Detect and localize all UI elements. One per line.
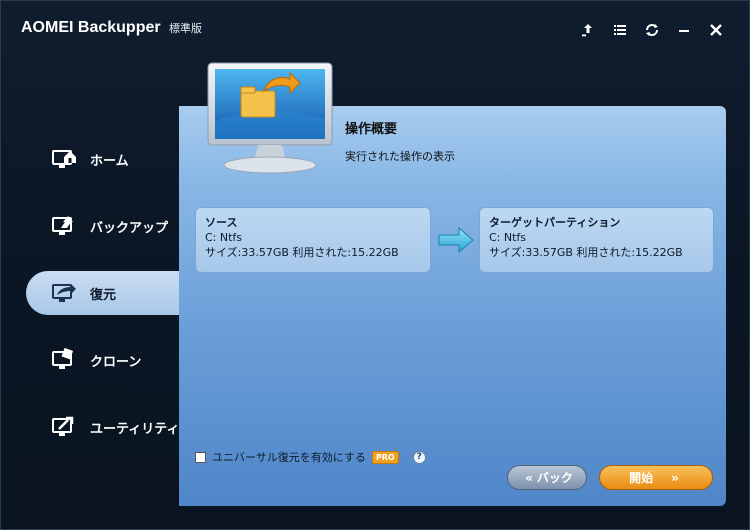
- export-icon[interactable]: [577, 19, 599, 41]
- sidebar-item-label: ホーム: [90, 153, 129, 169]
- help-icon[interactable]: ?: [412, 450, 426, 464]
- close-icon[interactable]: [705, 19, 727, 41]
- sidebar-item-backup[interactable]: バックアップ: [26, 204, 181, 248]
- back-button[interactable]: « バック: [507, 465, 587, 490]
- sidebar-item-restore[interactable]: 復元: [26, 271, 181, 315]
- operation-summary-subtitle: 実行された操作の表示: [345, 150, 455, 163]
- double-chevron-left-icon: «: [525, 470, 533, 485]
- target-filesystem: C: Ntfs: [489, 231, 527, 244]
- app-name: AOMEI Backupper: [21, 19, 161, 36]
- universal-restore-label: ユニバーサル復元を有効にする: [212, 451, 366, 464]
- minimize-icon[interactable]: [673, 19, 695, 41]
- title-bar: AOMEI Backupper 標準版: [1, 1, 750, 61]
- monitor-restore-icon: [206, 61, 336, 176]
- sidebar-item-label: ユーティリティ: [90, 421, 180, 437]
- target-card: ターゲットパーティション C: Ntfs サイズ:33.57GB 利用された:1…: [479, 207, 714, 273]
- source-title: ソース: [205, 216, 238, 229]
- double-chevron-right-icon: »: [671, 470, 679, 485]
- window-controls: [577, 19, 727, 41]
- refresh-icon[interactable]: [641, 19, 663, 41]
- target-title: ターゲットパーティション: [489, 216, 621, 229]
- home-icon: [50, 145, 78, 173]
- source-card: ソース C: Ntfs サイズ:33.57GB 利用された:15.22GB: [195, 207, 431, 273]
- universal-restore-checkbox[interactable]: [195, 451, 206, 463]
- sidebar-item-label: バックアップ: [90, 220, 169, 236]
- clone-icon: [50, 346, 78, 374]
- tools-icon: [50, 413, 78, 441]
- start-button[interactable]: 開始 »: [599, 465, 713, 490]
- source-filesystem: C: Ntfs: [205, 231, 243, 244]
- source-size: サイズ:33.57GB 利用された:15.22GB: [205, 246, 399, 259]
- sidebar-item-clone[interactable]: クローン: [26, 338, 181, 382]
- sidebar: ホーム バックアップ 復元 クローン ユーティリティ: [1, 121, 181, 501]
- target-size: サイズ:33.57GB 利用された:15.22GB: [489, 246, 683, 259]
- universal-restore-option: ユニバーサル復元を有効にする PRO ?: [195, 449, 426, 465]
- pro-badge: PRO: [371, 450, 399, 464]
- sidebar-item-tools[interactable]: ユーティリティ: [26, 405, 181, 449]
- arrow-right-icon: [437, 225, 475, 255]
- restore-icon: [50, 279, 78, 307]
- app-window: AOMEI Backupper 標準版 ホーム バックアップ 復元 クローン ユ…: [0, 0, 750, 530]
- backup-icon: [50, 212, 78, 240]
- app-title: AOMEI Backupper 標準版: [21, 19, 202, 37]
- sidebar-item-label: 復元: [90, 287, 117, 303]
- back-button-label: バック: [536, 471, 573, 485]
- start-button-label: 開始: [629, 471, 654, 485]
- menu-icon[interactable]: [609, 19, 631, 41]
- app-edition: 標準版: [169, 23, 203, 35]
- operation-summary-title: 操作概要: [345, 122, 398, 137]
- sidebar-item-home[interactable]: ホーム: [26, 137, 181, 181]
- sidebar-item-label: クローン: [90, 354, 142, 370]
